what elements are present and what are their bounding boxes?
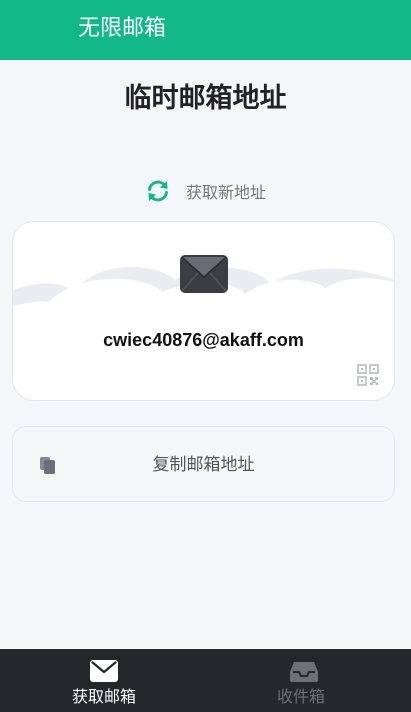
tab-get-mailbox-label: 获取邮箱 [71, 687, 136, 706]
copy-address-label: 复制邮箱地址 [152, 455, 255, 475]
email-address: cwiec40876@akaff.com [103, 330, 304, 350]
app-title: 无限邮箱 [78, 16, 167, 41]
tab-inbox-label: 收件箱 [276, 687, 325, 706]
app-header: 无限邮箱 [0, 0, 411, 60]
qr-code-icon[interactable] [357, 364, 379, 386]
tab-get-mailbox[interactable]: 获取邮箱 [0, 649, 206, 712]
inbox-icon [290, 662, 318, 682]
email-card: cwiec40876@akaff.com [12, 221, 395, 401]
mail-icon [180, 255, 228, 293]
get-new-address-button[interactable]: 获取新地址 [145, 176, 266, 206]
copy-address-button[interactable]: 复制邮箱地址 [12, 426, 395, 502]
page-title: 临时邮箱地址 [124, 83, 287, 114]
cloud-background [13, 266, 394, 400]
refresh-icon [148, 180, 168, 202]
bottom-tab-bar: 获取邮箱 收件箱 [0, 649, 411, 712]
get-new-address-label: 获取新地址 [186, 183, 267, 202]
envelope-icon [90, 660, 118, 682]
tab-inbox[interactable]: 收件箱 [206, 649, 411, 712]
